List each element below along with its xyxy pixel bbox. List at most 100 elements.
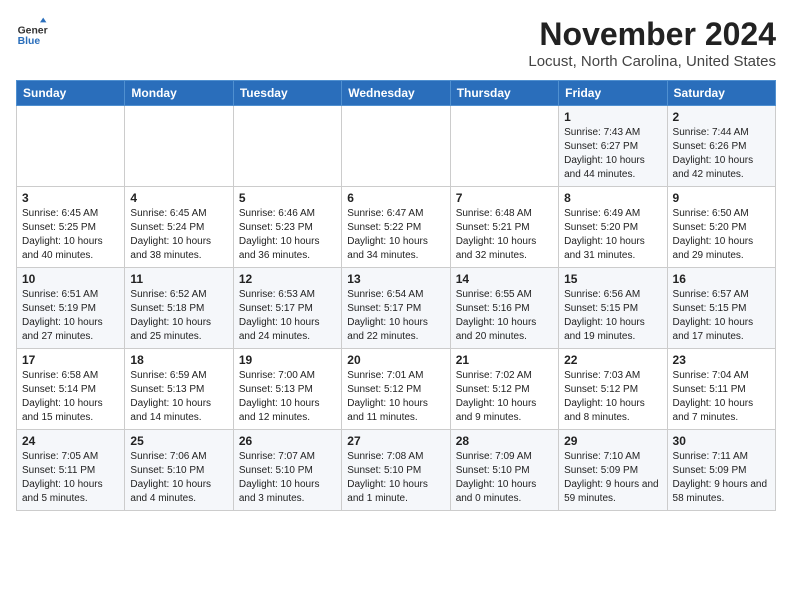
calendar-cell: 21 Sunrise: 7:02 AM Sunset: 5:12 PM Dayli… (450, 349, 558, 430)
calendar-week-3: 10Sunrise: 6:51 AM Sunset: 5:19 PM Dayli… (17, 268, 776, 349)
calendar-cell: 24Sunrise: 7:05 AM Sunset: 5:11 PM Dayli… (17, 430, 125, 511)
day-number: 29 (564, 434, 661, 448)
day-number: 1 (564, 110, 661, 124)
calendar-cell: 14Sunrise: 6:55 AM Sunset: 5:16 PM Dayli… (450, 268, 558, 349)
calendar-cell: 4 Sunrise: 6:45 AM Sunset: 5:24 PM Daylig… (125, 187, 233, 268)
day-number: 4 (130, 191, 227, 205)
day-detail: Sunrise: 7:05 AM Sunset: 5:11 PM Dayligh… (22, 450, 119, 506)
calendar-week-5: 24Sunrise: 7:05 AM Sunset: 5:11 PM Dayli… (17, 430, 776, 511)
day-detail: Sunrise: 6:50 AM Sunset: 5:20 PM Dayligh… (673, 207, 770, 263)
day-detail: Sunrise: 7:04 AM Sunset: 5:11 PM Dayligh… (673, 369, 770, 425)
calendar-cell (450, 106, 558, 187)
calendar-cell: 27 Sunrise: 7:08 AM Sunset: 5:10 PM Dayli… (342, 430, 450, 511)
logo: General Blue (16, 16, 48, 48)
day-number: 21 (456, 353, 553, 367)
header-friday: Friday (559, 81, 667, 106)
calendar-cell: 30 Sunrise: 7:11 AM Sunset: 5:09 PM Dayli… (667, 430, 775, 511)
day-number: 17 (22, 353, 119, 367)
calendar-cell: 19Sunrise: 7:00 AM Sunset: 5:13 PM Dayli… (233, 349, 341, 430)
day-number: 30 (673, 434, 770, 448)
main-title: November 2024 (528, 16, 776, 53)
day-number: 23 (673, 353, 770, 367)
calendar-cell: 3 Sunrise: 6:45 AM Sunset: 5:25 PM Daylig… (17, 187, 125, 268)
header-thursday: Thursday (450, 81, 558, 106)
day-number: 14 (456, 272, 553, 286)
calendar-cell: 6Sunrise: 6:47 AM Sunset: 5:22 PM Daylig… (342, 187, 450, 268)
day-detail: Sunrise: 6:56 AM Sunset: 5:15 PM Dayligh… (564, 288, 661, 344)
svg-text:General: General (18, 26, 48, 37)
day-detail: Sunrise: 7:08 AM Sunset: 5:10 PM Dayligh… (347, 450, 444, 506)
day-number: 12 (239, 272, 336, 286)
day-detail: Sunrise: 7:01 AM Sunset: 5:12 PM Dayligh… (347, 369, 444, 425)
day-number: 5 (239, 191, 336, 205)
calendar-week-2: 3 Sunrise: 6:45 AM Sunset: 5:25 PM Daylig… (17, 187, 776, 268)
header-wednesday: Wednesday (342, 81, 450, 106)
day-number: 27 (347, 434, 444, 448)
calendar-cell: 11Sunrise: 6:52 AM Sunset: 5:18 PM Dayli… (125, 268, 233, 349)
calendar-cell: 22 Sunrise: 7:03 AM Sunset: 5:12 PM Dayli… (559, 349, 667, 430)
calendar-cell: 5 Sunrise: 6:46 AM Sunset: 5:23 PM Daylig… (233, 187, 341, 268)
day-number: 20 (347, 353, 444, 367)
day-detail: Sunrise: 6:49 AM Sunset: 5:20 PM Dayligh… (564, 207, 661, 263)
calendar-cell: 15 Sunrise: 6:56 AM Sunset: 5:15 PM Dayli… (559, 268, 667, 349)
day-detail: Sunrise: 6:59 AM Sunset: 5:13 PM Dayligh… (130, 369, 227, 425)
day-detail: Sunrise: 7:00 AM Sunset: 5:13 PM Dayligh… (239, 369, 336, 425)
day-number: 22 (564, 353, 661, 367)
day-number: 15 (564, 272, 661, 286)
calendar-cell: 23 Sunrise: 7:04 AM Sunset: 5:11 PM Dayli… (667, 349, 775, 430)
svg-text:Blue: Blue (18, 36, 41, 47)
day-detail: Sunrise: 6:47 AM Sunset: 5:22 PM Dayligh… (347, 207, 444, 263)
day-number: 7 (456, 191, 553, 205)
day-detail: Sunrise: 6:45 AM Sunset: 5:25 PM Dayligh… (22, 207, 119, 263)
calendar-cell (233, 106, 341, 187)
title-block: November 2024 Locust, North Carolina, Un… (528, 16, 776, 70)
day-detail: Sunrise: 7:07 AM Sunset: 5:10 PM Dayligh… (239, 450, 336, 506)
calendar-cell: 7 Sunrise: 6:48 AM Sunset: 5:21 PM Daylig… (450, 187, 558, 268)
day-detail: Sunrise: 7:02 AM Sunset: 5:12 PM Dayligh… (456, 369, 553, 425)
header-monday: Monday (125, 81, 233, 106)
day-number: 16 (673, 272, 770, 286)
header-sunday: Sunday (17, 81, 125, 106)
calendar-week-4: 17Sunrise: 6:58 AM Sunset: 5:14 PM Dayli… (17, 349, 776, 430)
day-number: 26 (239, 434, 336, 448)
day-detail: Sunrise: 6:45 AM Sunset: 5:24 PM Dayligh… (130, 207, 227, 263)
day-detail: Sunrise: 6:57 AM Sunset: 5:15 PM Dayligh… (673, 288, 770, 344)
day-detail: Sunrise: 7:03 AM Sunset: 5:12 PM Dayligh… (564, 369, 661, 425)
calendar-cell: 10Sunrise: 6:51 AM Sunset: 5:19 PM Dayli… (17, 268, 125, 349)
calendar-cell: 28Sunrise: 7:09 AM Sunset: 5:10 PM Dayli… (450, 430, 558, 511)
day-detail: Sunrise: 6:54 AM Sunset: 5:17 PM Dayligh… (347, 288, 444, 344)
calendar-cell: 18 Sunrise: 6:59 AM Sunset: 5:13 PM Dayli… (125, 349, 233, 430)
day-number: 10 (22, 272, 119, 286)
day-detail: Sunrise: 6:48 AM Sunset: 5:21 PM Dayligh… (456, 207, 553, 263)
calendar-cell (17, 106, 125, 187)
day-number: 25 (130, 434, 227, 448)
day-number: 18 (130, 353, 227, 367)
day-number: 2 (673, 110, 770, 124)
day-number: 28 (456, 434, 553, 448)
calendar-cell: 29 Sunrise: 7:10 AM Sunset: 5:09 PM Dayli… (559, 430, 667, 511)
calendar-cell: 16 Sunrise: 6:57 AM Sunset: 5:15 PM Dayli… (667, 268, 775, 349)
calendar-cell: 2Sunrise: 7:44 AM Sunset: 6:26 PM Daylig… (667, 106, 775, 187)
subtitle: Locust, North Carolina, United States (528, 53, 776, 70)
calendar-cell: 8 Sunrise: 6:49 AM Sunset: 5:20 PM Daylig… (559, 187, 667, 268)
day-detail: Sunrise: 7:11 AM Sunset: 5:09 PM Dayligh… (673, 450, 770, 506)
day-detail: Sunrise: 7:10 AM Sunset: 5:09 PM Dayligh… (564, 450, 661, 506)
calendar-cell: 25Sunrise: 7:06 AM Sunset: 5:10 PM Dayli… (125, 430, 233, 511)
day-number: 9 (673, 191, 770, 205)
day-number: 8 (564, 191, 661, 205)
calendar-header-row: SundayMondayTuesdayWednesdayThursdayFrid… (17, 81, 776, 106)
calendar-week-1: 1Sunrise: 7:43 AM Sunset: 6:27 PM Daylig… (17, 106, 776, 187)
header-saturday: Saturday (667, 81, 775, 106)
header: General Blue November 2024 Locust, North… (16, 16, 776, 70)
day-detail: Sunrise: 6:53 AM Sunset: 5:17 PM Dayligh… (239, 288, 336, 344)
day-detail: Sunrise: 6:46 AM Sunset: 5:23 PM Dayligh… (239, 207, 336, 263)
calendar-cell: 1Sunrise: 7:43 AM Sunset: 6:27 PM Daylig… (559, 106, 667, 187)
calendar-cell (342, 106, 450, 187)
logo-icon: General Blue (16, 16, 48, 48)
calendar-cell: 17Sunrise: 6:58 AM Sunset: 5:14 PM Dayli… (17, 349, 125, 430)
day-number: 3 (22, 191, 119, 205)
calendar-cell: 9 Sunrise: 6:50 AM Sunset: 5:20 PM Daylig… (667, 187, 775, 268)
header-tuesday: Tuesday (233, 81, 341, 106)
day-number: 11 (130, 272, 227, 286)
calendar-cell: 13Sunrise: 6:54 AM Sunset: 5:17 PM Dayli… (342, 268, 450, 349)
